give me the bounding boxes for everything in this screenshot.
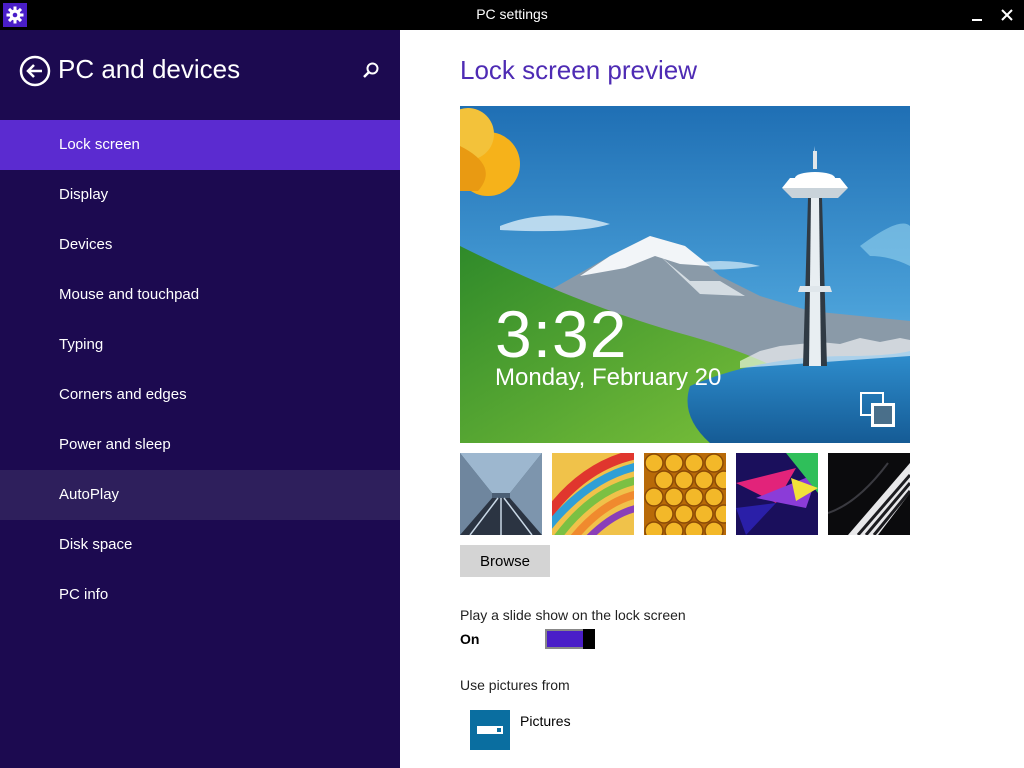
sidebar-item-autoplay[interactable]: AutoPlay	[0, 470, 400, 520]
thumbnail-ribbons[interactable]	[552, 453, 634, 535]
sidebar-item-devices[interactable]: Devices	[0, 220, 400, 270]
lock-screen-date: Monday, February 20	[495, 364, 722, 391]
sidebar-item-pc-info[interactable]: PC info	[0, 570, 400, 620]
toggle-knob	[583, 629, 595, 649]
sidebar-item-typing[interactable]: Typing	[0, 320, 400, 370]
background-thumbnails	[460, 453, 910, 535]
lock-screen-image	[460, 106, 910, 443]
main-content: Lock screen preview 3:32 Monday, Februar…	[400, 30, 1024, 768]
section-title: Lock screen preview	[460, 55, 697, 85]
sidebar: PC and devices Lock screen Display Devic…	[0, 30, 400, 768]
slideshow-label: Play a slide show on the lock screen	[460, 607, 686, 623]
sidebar-item-lock-screen[interactable]: Lock screen	[0, 120, 400, 170]
search-icon[interactable]	[360, 60, 382, 82]
title-bar: PC settings	[0, 0, 1024, 30]
lock-screen-preview: 3:32 Monday, February 20	[460, 106, 910, 443]
thumbnail-honeycomb[interactable]	[644, 453, 726, 535]
pictures-source-label: Use pictures from	[460, 677, 570, 693]
sidebar-nav: Lock screen Display Devices Mouse and to…	[0, 120, 400, 620]
sidebar-item-power-and-sleep[interactable]: Power and sleep	[0, 420, 400, 470]
sidebar-item-mouse-and-touchpad[interactable]: Mouse and touchpad	[0, 270, 400, 320]
sidebar-item-display[interactable]: Display	[0, 170, 400, 220]
thumbnail-prism[interactable]	[736, 453, 818, 535]
drive-icon	[470, 710, 510, 750]
slideshow-toggle[interactable]	[545, 629, 595, 649]
thumbnail-piano[interactable]	[828, 453, 910, 535]
slideshow-icon	[859, 391, 897, 429]
sidebar-item-disk-space[interactable]: Disk space	[0, 520, 400, 570]
close-icon[interactable]	[997, 5, 1017, 25]
sidebar-heading: PC and devices	[58, 54, 241, 84]
sidebar-item-corners-and-edges[interactable]: Corners and edges	[0, 370, 400, 420]
thumbnail-tunnel[interactable]	[460, 453, 542, 535]
pictures-folder-name: Pictures	[520, 713, 571, 729]
back-arrow-icon[interactable]	[19, 55, 51, 87]
browse-button[interactable]: Browse	[460, 545, 550, 577]
lock-screen-time: 3:32	[495, 297, 628, 371]
slideshow-toggle-state: On	[460, 631, 480, 647]
window-title: PC settings	[476, 6, 548, 22]
minimize-icon[interactable]	[967, 5, 987, 25]
